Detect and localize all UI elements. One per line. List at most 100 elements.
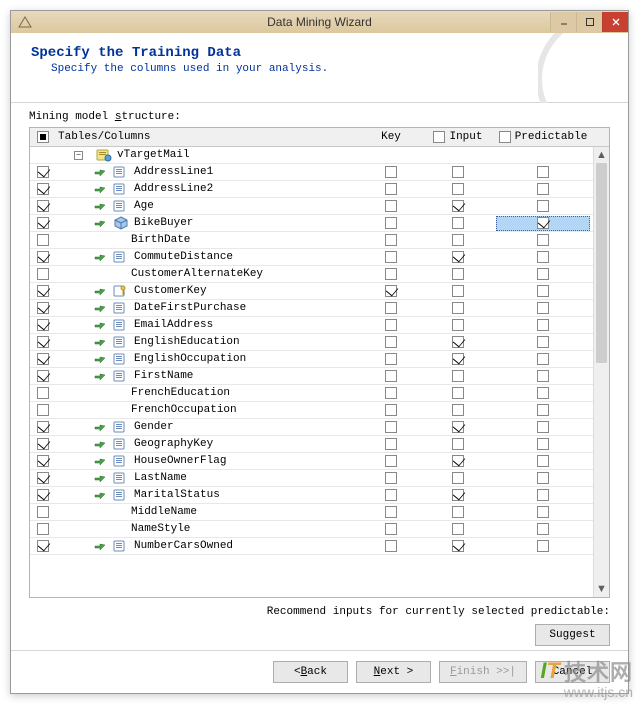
- row-select-checkbox[interactable]: [37, 540, 49, 552]
- predictable-checkbox[interactable]: [537, 421, 549, 433]
- input-checkbox[interactable]: [452, 455, 464, 467]
- row-select-checkbox[interactable]: [37, 234, 49, 246]
- predictable-checkbox[interactable]: [537, 251, 549, 263]
- predictable-checkbox[interactable]: [537, 285, 549, 297]
- input-checkbox[interactable]: [452, 489, 464, 501]
- input-checkbox[interactable]: [452, 370, 464, 382]
- row-select-checkbox[interactable]: [37, 472, 49, 484]
- key-checkbox[interactable]: [385, 472, 397, 484]
- table-row[interactable]: GeographyKey: [30, 436, 593, 453]
- key-checkbox[interactable]: [385, 404, 397, 416]
- row-select-checkbox[interactable]: [37, 336, 49, 348]
- key-checkbox[interactable]: [385, 489, 397, 501]
- predictable-checkbox[interactable]: [537, 523, 549, 535]
- key-checkbox[interactable]: [385, 540, 397, 552]
- row-select-checkbox[interactable]: [37, 353, 49, 365]
- input-checkbox[interactable]: [452, 251, 464, 263]
- row-select-checkbox[interactable]: [37, 387, 49, 399]
- input-checkbox[interactable]: [452, 523, 464, 535]
- row-select-checkbox[interactable]: [37, 438, 49, 450]
- input-checkbox[interactable]: [452, 200, 464, 212]
- tree-collapse-icon[interactable]: −: [74, 151, 83, 160]
- input-checkbox[interactable]: [452, 234, 464, 246]
- table-row[interactable]: LastName: [30, 470, 593, 487]
- row-select-checkbox[interactable]: [37, 370, 49, 382]
- next-button[interactable]: Next >: [356, 661, 431, 683]
- key-checkbox[interactable]: [385, 353, 397, 365]
- key-checkbox[interactable]: [385, 285, 397, 297]
- key-checkbox[interactable]: [385, 506, 397, 518]
- predictable-checkbox[interactable]: [537, 489, 549, 501]
- row-select-checkbox[interactable]: [37, 489, 49, 501]
- table-row[interactable]: Gender: [30, 419, 593, 436]
- predictable-checkbox[interactable]: [537, 336, 549, 348]
- key-checkbox[interactable]: [385, 523, 397, 535]
- predictable-cell-selected[interactable]: [496, 216, 590, 231]
- table-row[interactable]: EnglishOccupation: [30, 351, 593, 368]
- input-checkbox[interactable]: [452, 285, 464, 297]
- col-head-name[interactable]: Tables/Columns: [56, 131, 359, 143]
- row-select-checkbox[interactable]: [37, 285, 49, 297]
- table-row[interactable]: MaritalStatus: [30, 487, 593, 504]
- key-checkbox[interactable]: [385, 438, 397, 450]
- predictable-checkbox[interactable]: [537, 353, 549, 365]
- row-select-checkbox[interactable]: [37, 506, 49, 518]
- table-row[interactable]: DateFirstPurchase: [30, 300, 593, 317]
- table-row[interactable]: AddressLine1: [30, 164, 593, 181]
- row-select-checkbox[interactable]: [37, 319, 49, 331]
- key-checkbox[interactable]: [385, 234, 397, 246]
- col-head-key[interactable]: Key: [359, 131, 423, 143]
- input-checkbox[interactable]: [452, 387, 464, 399]
- table-row[interactable]: EmailAddress: [30, 317, 593, 334]
- input-checkbox[interactable]: [452, 217, 464, 229]
- scroll-up-icon[interactable]: ▲: [594, 147, 609, 163]
- minimize-button[interactable]: [550, 12, 576, 32]
- input-checkbox[interactable]: [452, 353, 464, 365]
- row-select-checkbox[interactable]: [37, 404, 49, 416]
- row-select-checkbox[interactable]: [37, 183, 49, 195]
- input-checkbox[interactable]: [452, 302, 464, 314]
- input-checkbox[interactable]: [452, 336, 464, 348]
- predictable-checkbox[interactable]: [537, 319, 549, 331]
- table-row[interactable]: AddressLine2: [30, 181, 593, 198]
- predictable-checkbox[interactable]: [537, 506, 549, 518]
- input-checkbox[interactable]: [452, 438, 464, 450]
- input-checkbox[interactable]: [452, 319, 464, 331]
- vertical-scrollbar[interactable]: ▲ ▼: [593, 147, 609, 597]
- key-checkbox[interactable]: [385, 217, 397, 229]
- row-select-checkbox[interactable]: [37, 455, 49, 467]
- predictable-checkbox[interactable]: [537, 438, 549, 450]
- table-row[interactable]: Age: [30, 198, 593, 215]
- table-row[interactable]: HouseOwnerFlag: [30, 453, 593, 470]
- table-row[interactable]: FrenchEducation: [30, 385, 593, 402]
- row-select-checkbox[interactable]: [37, 268, 49, 280]
- select-all-checkbox[interactable]: [37, 131, 49, 143]
- key-checkbox[interactable]: [385, 251, 397, 263]
- maximize-button[interactable]: [576, 12, 602, 32]
- key-checkbox[interactable]: [385, 319, 397, 331]
- predictable-checkbox[interactable]: [537, 455, 549, 467]
- predictable-checkbox[interactable]: [537, 217, 549, 229]
- key-checkbox[interactable]: [385, 166, 397, 178]
- predictable-checkbox[interactable]: [537, 302, 549, 314]
- predictable-all-checkbox[interactable]: [499, 131, 511, 143]
- table-row[interactable]: FrenchOccupation: [30, 402, 593, 419]
- table-row[interactable]: BirthDate: [30, 232, 593, 249]
- input-checkbox[interactable]: [452, 268, 464, 280]
- table-row[interactable]: CommuteDistance: [30, 249, 593, 266]
- scrollbar-thumb[interactable]: [596, 163, 607, 363]
- row-select-checkbox[interactable]: [37, 251, 49, 263]
- predictable-checkbox[interactable]: [537, 370, 549, 382]
- key-checkbox[interactable]: [385, 183, 397, 195]
- close-button[interactable]: [602, 12, 628, 32]
- key-checkbox[interactable]: [385, 200, 397, 212]
- predictable-checkbox[interactable]: [537, 183, 549, 195]
- row-select-checkbox[interactable]: [37, 166, 49, 178]
- input-checkbox[interactable]: [452, 540, 464, 552]
- key-checkbox[interactable]: [385, 387, 397, 399]
- row-select-checkbox[interactable]: [37, 421, 49, 433]
- table-row[interactable]: EnglishEducation: [30, 334, 593, 351]
- predictable-checkbox[interactable]: [537, 404, 549, 416]
- table-row[interactable]: BikeBuyer: [30, 215, 593, 232]
- input-all-checkbox[interactable]: [433, 131, 445, 143]
